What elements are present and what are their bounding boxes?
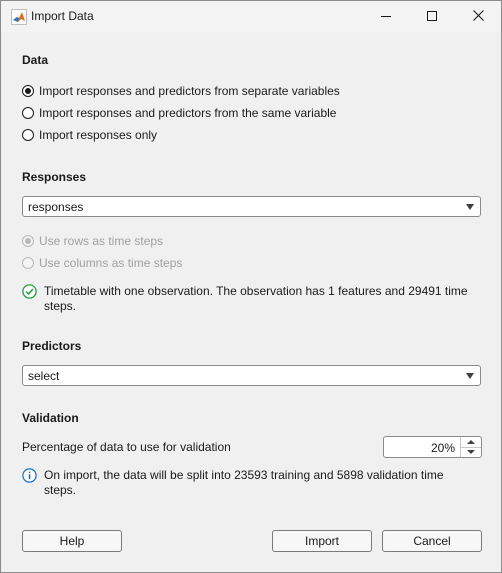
radio-button[interactable] [22, 85, 34, 97]
matlab-logo-icon [11, 9, 27, 25]
import-data-dialog: Import Data Data Import responses and pr… [0, 0, 502, 573]
close-icon [472, 9, 484, 24]
maximize-icon [427, 10, 437, 24]
title-bar: Import Data [1, 1, 501, 32]
radio-responses-only[interactable]: Import responses only [22, 128, 157, 142]
responses-dropdown[interactable]: responses [22, 196, 481, 217]
window-title: Import Data [31, 9, 94, 23]
chevron-down-icon [466, 204, 474, 210]
chevron-down-icon [466, 373, 474, 379]
responses-status: Timetable with one observation. The obse… [22, 284, 474, 314]
maximize-button[interactable] [409, 1, 455, 32]
dropdown-value: responses [28, 200, 84, 214]
radio-rows-as-time-steps[interactable]: Use rows as time steps [22, 234, 163, 248]
radio-button[interactable] [22, 107, 34, 119]
close-button[interactable] [455, 1, 501, 32]
radio-label: Use columns as time steps [39, 256, 183, 270]
spinner-buttons [460, 437, 481, 457]
minimize-button[interactable] [363, 1, 409, 32]
status-message: Timetable with one observation. The obse… [44, 284, 468, 313]
spinner-down-button[interactable] [461, 447, 481, 457]
check-circle-icon [22, 284, 37, 302]
radio-label: Use rows as time steps [39, 234, 164, 248]
arrow-down-icon [467, 450, 475, 454]
validation-info: On import, the data will be split into 2… [22, 468, 474, 498]
radio-label: Import responses only [39, 128, 158, 142]
radio-button[interactable] [22, 257, 34, 269]
predictors-section-title: Predictors [22, 339, 82, 353]
validation-section-title: Validation [22, 411, 79, 425]
radio-separate-variables[interactable]: Import responses and predictors from sep… [22, 84, 340, 98]
radio-same-variable[interactable]: Import responses and predictors from the… [22, 106, 336, 120]
info-icon [22, 468, 37, 486]
minimize-icon [381, 10, 391, 24]
responses-section-title: Responses [22, 170, 87, 184]
radio-label: Import responses and predictors from the… [39, 106, 337, 120]
help-button[interactable]: Help [22, 530, 122, 552]
predictors-dropdown[interactable]: select [22, 365, 481, 386]
import-button[interactable]: Import [272, 530, 372, 552]
radio-columns-as-time-steps[interactable]: Use columns as time steps [22, 256, 182, 270]
radio-button[interactable] [22, 235, 34, 247]
validation-percentage-spinner[interactable]: 20% [383, 436, 482, 458]
radio-label: Import responses and predictors from sep… [39, 84, 340, 98]
spinner-value[interactable]: 20% [431, 441, 455, 455]
data-section-title: Data [22, 53, 49, 67]
dropdown-value: select [28, 369, 60, 383]
arrow-up-icon [467, 440, 475, 444]
cancel-button[interactable]: Cancel [382, 530, 482, 552]
validation-percentage-label: Percentage of data to use for validation [22, 440, 231, 454]
radio-button[interactable] [22, 129, 34, 141]
info-message: On import, the data will be split into 2… [44, 468, 444, 497]
